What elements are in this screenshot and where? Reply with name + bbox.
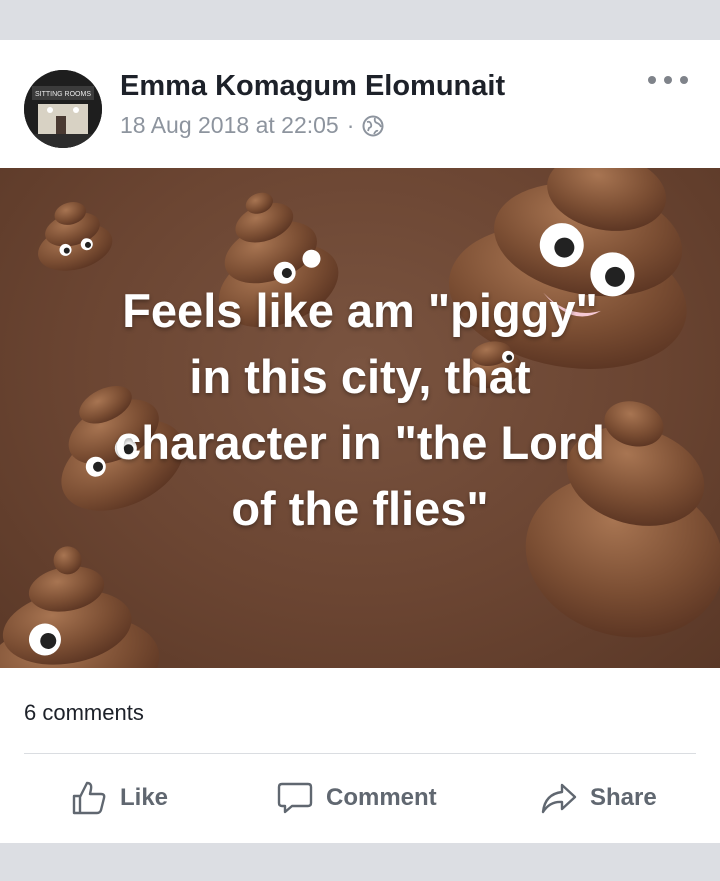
more-dot xyxy=(664,76,672,84)
like-label: Like xyxy=(120,784,169,811)
avatar[interactable]: SITTING ROOMS xyxy=(24,70,102,148)
more-options-icon[interactable] xyxy=(648,70,688,90)
share-arrow-icon xyxy=(541,783,577,814)
comment-icon xyxy=(277,782,313,814)
thumbs-up-icon xyxy=(72,781,106,815)
timestamp[interactable]: 18 Aug 2018 at 22:05 xyxy=(120,112,339,139)
author-name[interactable]: Emma Komagum Elomunait xyxy=(120,70,505,103)
globe-icon[interactable] xyxy=(362,115,384,137)
avatar-sign: SITTING ROOMS xyxy=(35,91,91,98)
more-dot xyxy=(648,76,656,84)
post-meta: 18 Aug 2018 at 22:05 · xyxy=(120,112,384,139)
divider xyxy=(24,753,696,754)
like-button[interactable]: Like xyxy=(70,768,168,828)
poop-emoji xyxy=(0,546,160,668)
post-image[interactable]: Feels like am "piggy" in this city, that… xyxy=(0,168,720,668)
comments-count[interactable]: 6 comments xyxy=(24,700,144,726)
comment-button[interactable]: Comment xyxy=(276,768,437,828)
post-card: SITTING ROOMS Emma Komagum Elomunait 18 … xyxy=(0,40,720,843)
post-image-text: Feels like am "piggy" in this city, that… xyxy=(115,284,605,535)
poop-emoji xyxy=(38,202,113,271)
avatar-photo: SITTING ROOMS xyxy=(24,70,102,148)
comment-label: Comment xyxy=(326,784,437,811)
share-button[interactable]: Share xyxy=(540,768,657,828)
share-label: Share xyxy=(590,784,657,811)
feed-gap-bottom xyxy=(0,843,720,881)
more-dot xyxy=(680,76,688,84)
meta-separator: · xyxy=(346,112,355,138)
post-actions: Like Comment Share xyxy=(0,768,720,828)
feed-gap-top xyxy=(0,0,720,40)
